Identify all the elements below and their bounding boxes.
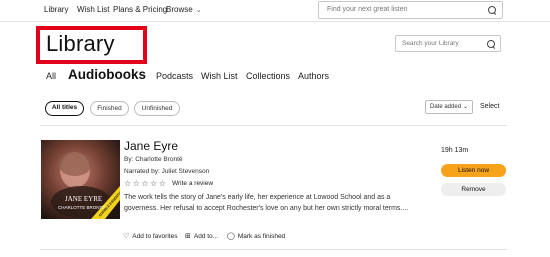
book-cover[interactable]: JANE EYRE CHARLOTTE BRONTË AUDIBLE ESSEN… [41, 140, 120, 219]
mark-as-finished-button[interactable]: ◯ Mark as finished [227, 232, 285, 240]
cover-title: JANE EYRE [65, 195, 102, 203]
add-to-favorites-button[interactable]: ♡ Add to favorites [123, 232, 177, 240]
tab-audiobooks[interactable]: Audiobooks [68, 67, 146, 82]
rating-stars[interactable]: ☆☆☆☆☆ [124, 179, 167, 188]
nav-browse-label: Browse [166, 5, 193, 14]
add-to-button[interactable]: ⊞ Add to... [185, 232, 218, 240]
library-search-input[interactable]: Search your Library [395, 35, 501, 52]
cover-author: CHARLOTTE BRONTË [58, 204, 105, 210]
sort-select[interactable]: Date added ⌄ [425, 100, 473, 114]
filter-unfinished[interactable]: Unfinished [134, 101, 180, 116]
nav-plans-link[interactable]: Plans & Pricing [113, 5, 167, 14]
write-review-link[interactable]: Write a review [172, 180, 213, 187]
tab-wishlist[interactable]: Wish List [201, 71, 238, 81]
divider [40, 125, 507, 126]
mark-as-finished-label: Mark as finished [237, 233, 286, 240]
tab-collections[interactable]: Collections [246, 71, 290, 81]
global-search-placeholder: Find your next great listen [327, 6, 408, 13]
tab-podcasts[interactable]: Podcasts [156, 71, 193, 81]
add-to-favorites-label: Add to favorites [132, 233, 178, 240]
page-title: Library [46, 31, 115, 56]
search-icon[interactable] [488, 6, 497, 15]
heart-icon: ♡ [123, 233, 130, 240]
nav-library-link[interactable]: Library [44, 5, 68, 14]
book-title[interactable]: Jane Eyre [124, 139, 178, 153]
chevron-down-icon: ⌄ [462, 104, 468, 110]
book-duration: 19h 13m [441, 147, 469, 154]
global-search-input[interactable]: Find your next great listen [318, 1, 503, 19]
tab-all[interactable]: All [46, 71, 56, 81]
listen-now-button[interactable]: Listen now [441, 164, 506, 177]
nav-browse-link[interactable]: Browse ⌄ [166, 5, 202, 14]
remove-button[interactable]: Remove [441, 183, 506, 196]
chevron-down-icon: ⌄ [195, 7, 202, 14]
book-cover-art: JANE EYRE CHARLOTTE BRONTË AUDIBLE ESSEN… [41, 140, 120, 219]
book-narrator[interactable]: Narrated by: Juliet Stevenson [124, 168, 209, 175]
sort-value: Date added [430, 104, 462, 110]
tab-authors[interactable]: Authors [298, 71, 329, 81]
add-to-label: Add to... [193, 233, 219, 240]
select-button[interactable]: Select [480, 103, 499, 110]
filter-finished[interactable]: Finished [90, 101, 129, 116]
book-author[interactable]: By: Charlotte Brontë [124, 156, 183, 163]
check-circle-icon: ◯ [227, 233, 235, 240]
search-icon[interactable] [487, 40, 496, 49]
divider [40, 249, 507, 250]
book-description: The work tells the story of Jane's early… [124, 194, 409, 212]
library-search-placeholder: Search your Library [402, 40, 459, 47]
add-to-list-icon: ⊞ [185, 233, 191, 240]
nav-wishlist-link[interactable]: Wish List [77, 5, 109, 14]
top-nav: Library Wish List Plans & Pricing Browse… [0, 0, 550, 22]
filter-all-titles[interactable]: All titles [45, 101, 84, 116]
